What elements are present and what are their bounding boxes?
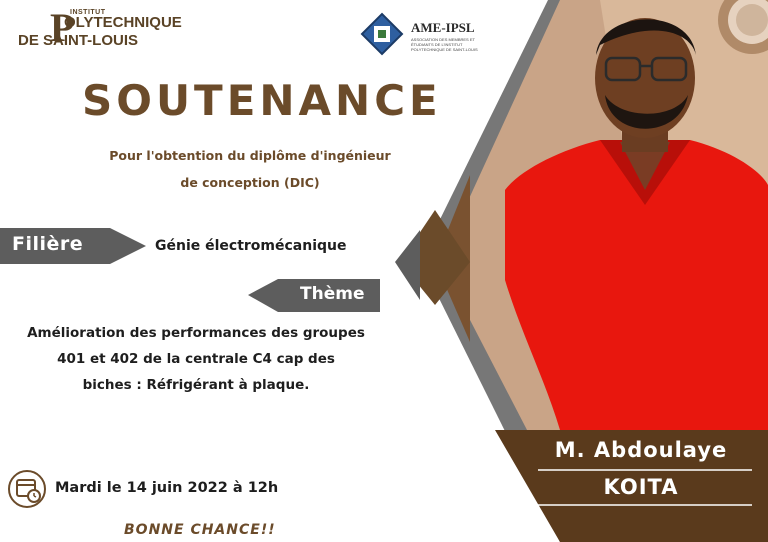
theme-text: Amélioration des performances des groupe… <box>0 320 392 398</box>
filiere-value: Génie électromécanique <box>155 238 347 254</box>
subtitle-line-1: Pour l'obtention du diplôme d'ingénieur <box>109 148 391 163</box>
event-date: Mardi le 14 juin 2022 à 12h <box>55 480 279 496</box>
theme-line-2: 401 et 402 de la centrale C4 cap des <box>57 351 335 367</box>
person-name-line-2: KOITA <box>603 475 679 499</box>
theme-label: Thème <box>300 284 365 304</box>
ip-logo-line1: OLYTECHNIQUE <box>64 14 182 31</box>
ame-logo-subtitle: ASSOCIATION DES MEMBRES ET ÉTUDIANTS DE … <box>411 37 478 52</box>
subtitle-line-2: de conception (DIC) <box>180 175 320 190</box>
ip-logo-line2: DE SAINT-LOUIS <box>18 32 139 49</box>
subtitle: Pour l'obtention du diplôme d'ingénieur … <box>80 142 420 196</box>
person-name-line-1: M. Abdoulaye <box>554 438 728 462</box>
page-title: SOUTENANCE <box>82 76 442 125</box>
calendar-clock-icon <box>8 470 46 508</box>
filiere-label: Filière <box>12 233 84 255</box>
theme-line-1: Amélioration des performances des groupe… <box>27 325 365 341</box>
theme-line-3: biches : Réfrigérant à plaque. <box>82 377 310 393</box>
ame-logo-name: AME-IPSL <box>411 20 475 35</box>
closing-text: BONNE CHANCE!! <box>124 522 276 538</box>
poster: P INSTITUT OLYTECHNIQUE DE SAINT-LOUIS A… <box>0 0 768 542</box>
